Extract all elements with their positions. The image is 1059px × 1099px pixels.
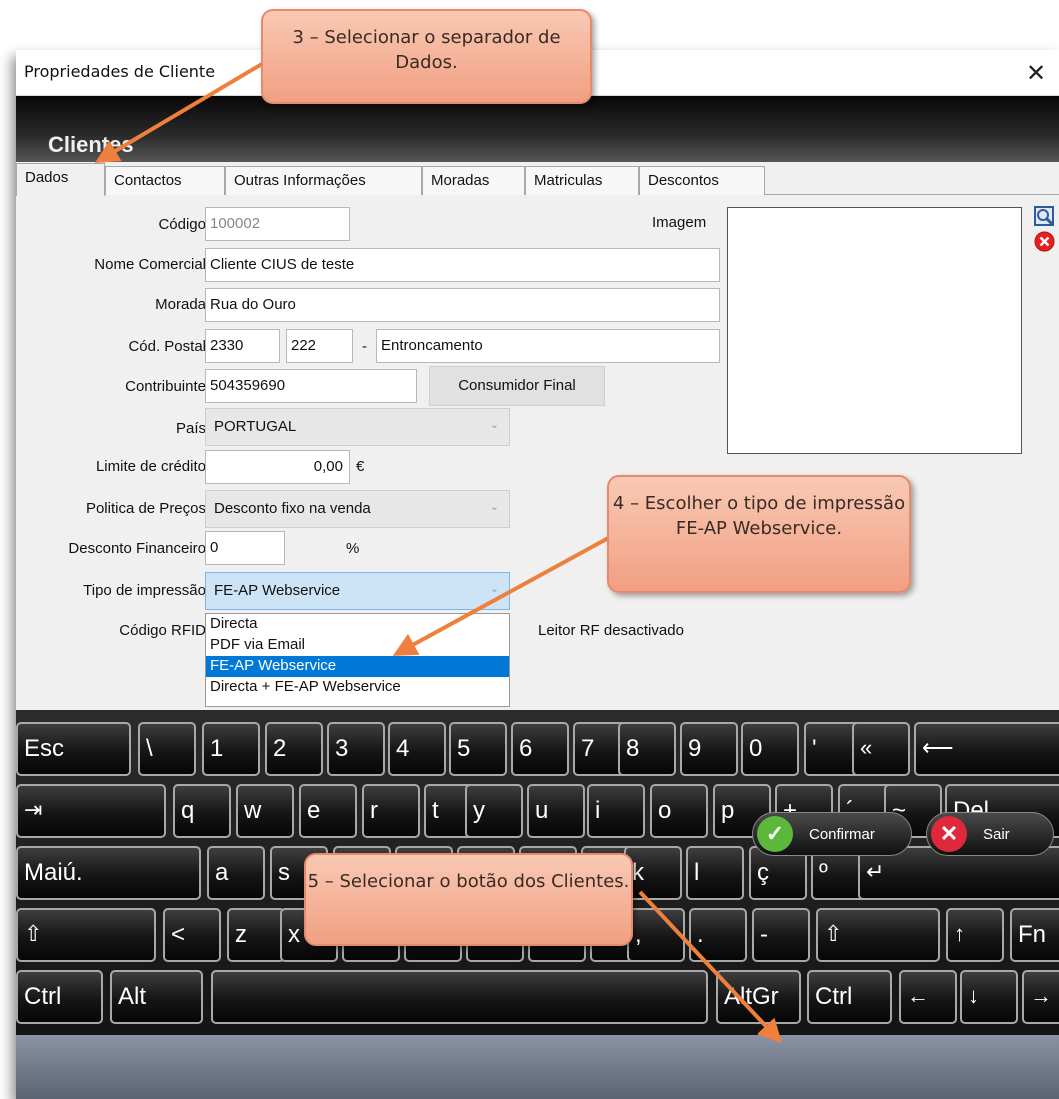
callout-step-4: 4 – Escolher o tipo de impressão FE-AP W…	[607, 475, 911, 593]
callout-step-5: 5 – Selecionar o botão dos Clientes.	[304, 853, 633, 946]
arrow-to-fe-ap-option	[392, 534, 613, 656]
callout-step-3: 3 – Selecionar o separador de Dados.	[261, 9, 592, 104]
arrow-to-confirm-button	[638, 890, 783, 1044]
screenshot-stage: Propriedades de Cliente ✕ Clientes Dados…	[0, 0, 1059, 1099]
arrow-to-dados-tab	[94, 56, 274, 164]
